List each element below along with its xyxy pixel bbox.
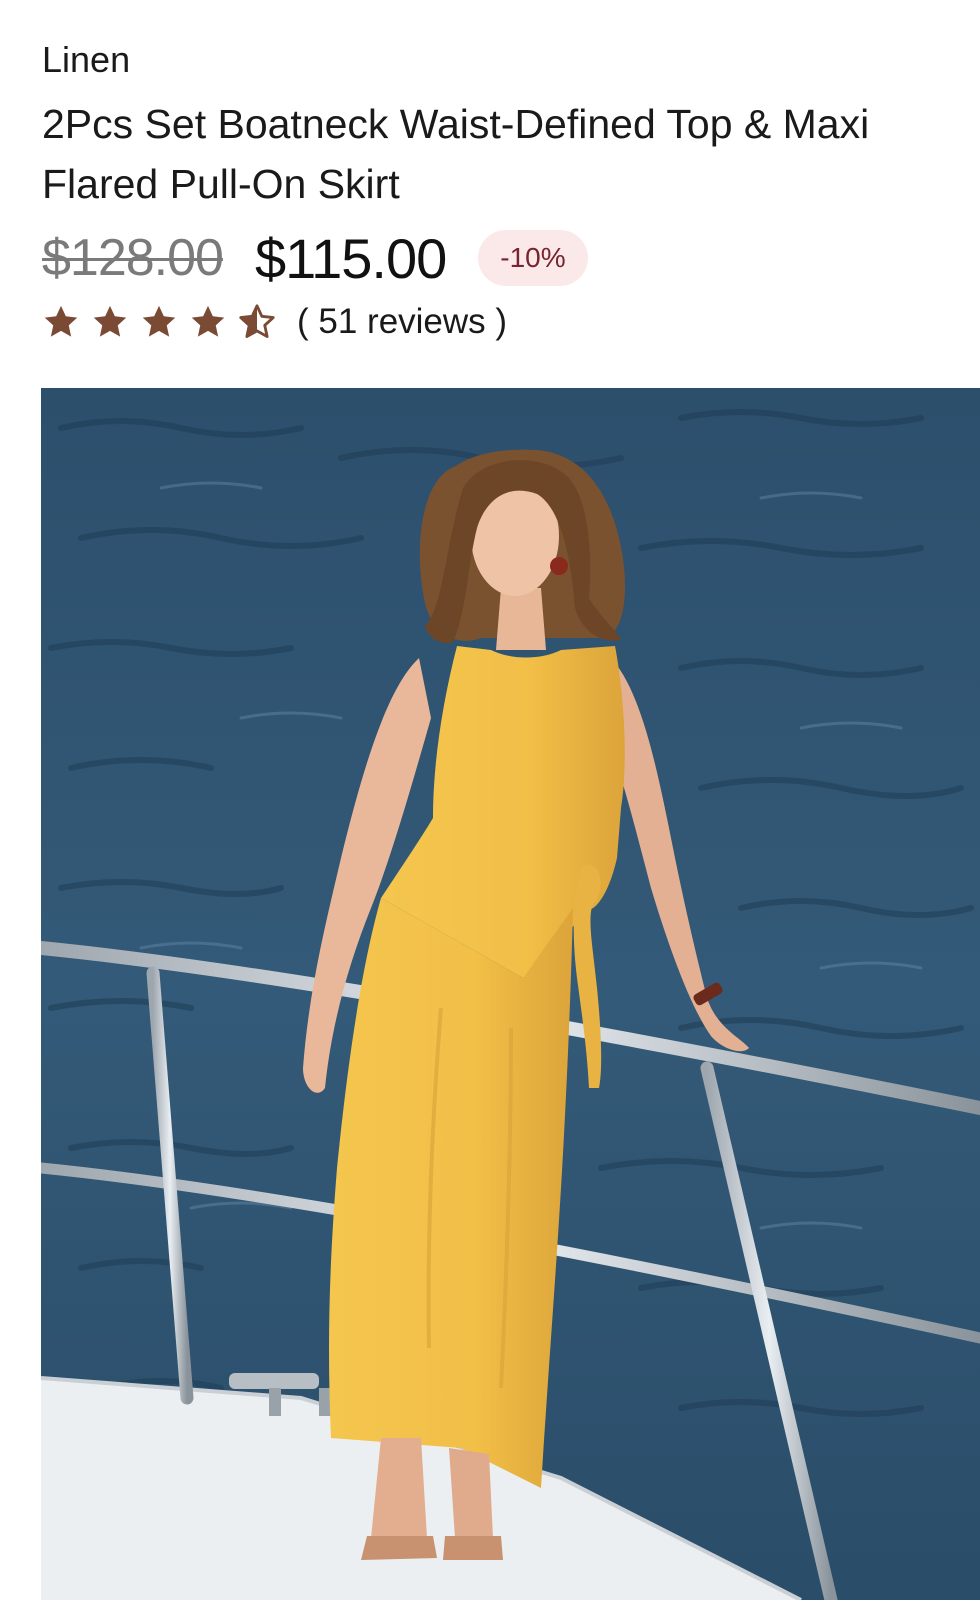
- star-half-icon: [239, 304, 275, 338]
- product-category: Linen: [42, 39, 131, 80]
- star-full-icon: [191, 305, 225, 337]
- star-full-icon: [93, 305, 127, 337]
- price-row: $128.00 $115.00 -10%: [42, 226, 588, 290]
- rating-row[interactable]: ( 51 reviews ): [42, 300, 507, 344]
- discount-badge: -10%: [478, 230, 588, 286]
- star-full-icon: [44, 305, 78, 337]
- rating-stars: [42, 303, 287, 341]
- star-full-icon: [142, 305, 176, 337]
- yellow-skirt: [329, 898, 573, 1488]
- product-title: 2Pcs Set Boatneck Waist-Defined Top & Ma…: [42, 101, 870, 207]
- sale-price: $115.00: [254, 226, 447, 290]
- review-count-link[interactable]: ( 51 reviews ): [297, 302, 507, 342]
- product-image[interactable]: [41, 388, 980, 1600]
- original-price: $128.00: [42, 229, 224, 287]
